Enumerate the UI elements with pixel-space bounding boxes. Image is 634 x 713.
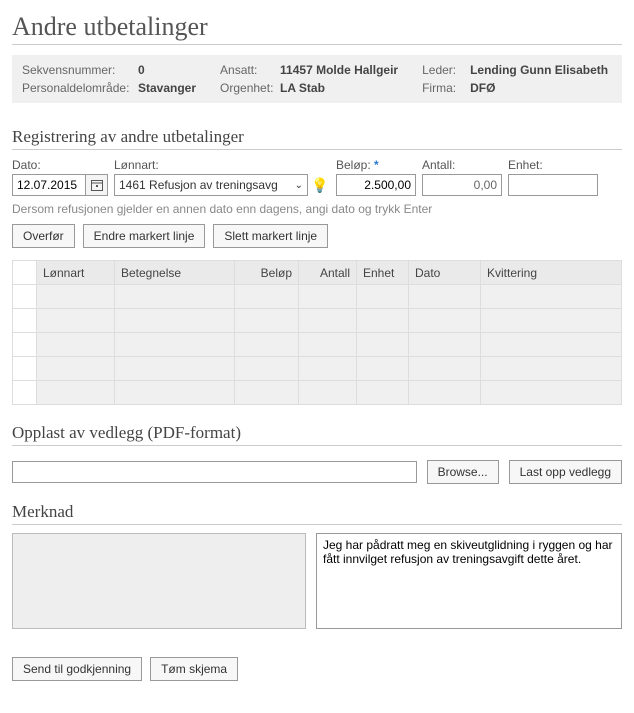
lightbulb-icon[interactable]: 💡 — [310, 175, 330, 195]
section-upload-title: Opplast av vedlegg (PDF-format) — [12, 423, 622, 446]
lonnart-selected: 1461 Refusjon av treningsavg — [119, 178, 291, 192]
col-dato: Dato — [409, 261, 481, 285]
merknad-textarea[interactable] — [316, 533, 622, 629]
browse-button[interactable]: Browse... — [427, 460, 499, 484]
send-til-godkjenning-button[interactable]: Send til godkjenning — [12, 657, 142, 681]
orgenhet-label: Orgenhet: — [220, 81, 272, 95]
col-lonnart: Lønnart — [37, 261, 115, 285]
leder-label: Leder: — [422, 63, 462, 77]
ansatt-value: 11457 Molde Hallgeir — [280, 63, 398, 77]
belop-label: Beløp: * — [336, 158, 416, 172]
page-title: Andre utbetalinger — [12, 12, 622, 45]
tom-skjema-button[interactable]: Tøm skjema — [150, 657, 238, 681]
enhet-label: Enhet: — [508, 158, 598, 172]
upload-path-input[interactable] — [12, 461, 417, 483]
slett-linje-button[interactable]: Slett markert linje — [213, 224, 328, 248]
table-row[interactable] — [13, 309, 622, 333]
table-row[interactable] — [13, 357, 622, 381]
belop-input[interactable] — [336, 174, 416, 196]
orgenhet-value: LA Stab — [280, 81, 325, 95]
upload-button[interactable]: Last opp vedlegg — [509, 460, 622, 484]
col-betegnelse: Betegnelse — [115, 261, 235, 285]
firma-value: DFØ — [470, 81, 495, 95]
calendar-icon[interactable] — [86, 174, 108, 196]
dato-input[interactable] — [12, 174, 86, 196]
endre-linje-button[interactable]: Endre markert linje — [83, 224, 206, 248]
firma-label: Firma: — [422, 81, 462, 95]
lines-table: Lønnart Betegnelse Beløp Antall Enhet Da… — [12, 260, 622, 405]
chevron-down-icon: ⌄ — [291, 180, 307, 191]
table-row[interactable] — [13, 333, 622, 357]
antall-input — [422, 174, 502, 196]
antall-label: Antall: — [422, 158, 502, 172]
entry-form-row: Dato: Lønnart: 1461 Refusjon av trenings… — [12, 158, 622, 196]
col-belop: Beløp — [235, 261, 299, 285]
overfor-button[interactable]: Overfør — [12, 224, 75, 248]
enhet-input — [508, 174, 598, 196]
merknad-readonly — [12, 533, 306, 629]
lonnart-select[interactable]: 1461 Refusjon av treningsavg ⌄ — [114, 174, 308, 196]
personalomrade-value: Stavanger — [138, 81, 196, 95]
leder-value: Lending Gunn Elisabeth — [470, 63, 608, 77]
table-row[interactable] — [13, 285, 622, 309]
col-kvittering: Kvittering — [481, 261, 622, 285]
col-antall: Antall — [299, 261, 357, 285]
lonnart-label: Lønnart: — [114, 158, 330, 172]
form-hint: Dersom refusjonen gjelder en annen dato … — [12, 202, 622, 216]
table-row[interactable] — [13, 381, 622, 405]
col-enhet: Enhet — [357, 261, 409, 285]
personalomrade-label: Personaldelområde: — [22, 81, 130, 95]
section-form-title: Registrering av andre utbetalinger — [12, 127, 622, 150]
sekvensnummer-label: Sekvensnummer: — [22, 63, 130, 77]
dato-label: Dato: — [12, 158, 108, 172]
section-merknad-title: Merknad — [12, 502, 622, 525]
sekvensnummer-value: 0 — [138, 63, 145, 77]
info-block: Sekvensnummer: 0 Personaldelområde: Stav… — [12, 55, 622, 103]
ansatt-label: Ansatt: — [220, 63, 272, 77]
